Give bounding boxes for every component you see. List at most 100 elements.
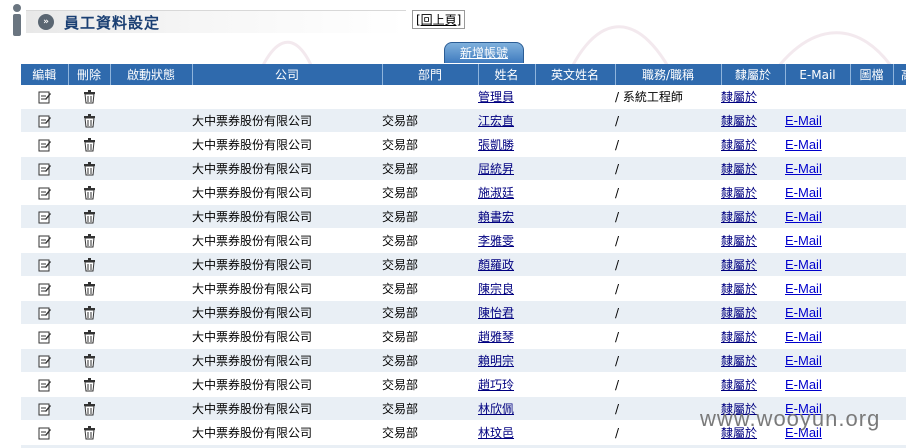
col-header-name[interactable]: 姓名 — [478, 64, 536, 85]
belongs-to-link[interactable]: 隸屬於 — [721, 210, 757, 224]
edit-icon[interactable] — [38, 257, 51, 272]
belongs-to-link[interactable]: 隸屬於 — [721, 354, 757, 368]
belongs-to-link[interactable]: 隸屬於 — [721, 282, 757, 296]
trash-icon[interactable] — [83, 113, 96, 128]
department-cell: 交易部 — [382, 204, 478, 229]
col-header-image[interactable]: 圖檔 — [850, 64, 894, 85]
edit-icon[interactable] — [38, 329, 51, 344]
email-link[interactable]: E-Mail — [785, 185, 822, 200]
trash-icon[interactable] — [83, 257, 96, 272]
belongs-to-link[interactable]: 隸屬於 — [721, 138, 757, 152]
email-link[interactable]: E-Mail — [785, 233, 822, 248]
col-header-english-name[interactable]: 英文姓名 — [535, 64, 616, 85]
col-header-belongs-to[interactable]: 隸屬於 — [721, 64, 786, 85]
edit-icon[interactable] — [38, 209, 51, 224]
employee-name-link[interactable]: 管理員 — [478, 90, 514, 104]
belongs-to-link[interactable]: 隸屬於 — [721, 378, 757, 392]
extra-cell — [893, 108, 906, 133]
employee-name-link[interactable]: 陳宗良 — [478, 282, 514, 296]
trash-icon[interactable] — [83, 209, 96, 224]
employee-name-link[interactable]: 李雅雯 — [478, 234, 514, 248]
edit-cell — [21, 132, 68, 157]
email-link[interactable]: E-Mail — [785, 377, 822, 392]
english-name-cell — [535, 85, 615, 109]
add-account-button[interactable]: 新增帳號 — [444, 42, 524, 63]
company-cell: 大中票券股份有限公司 — [192, 276, 382, 301]
col-header-email[interactable]: E-Mail — [785, 64, 851, 85]
employee-name-link[interactable]: 賴書宏 — [478, 210, 514, 224]
trash-icon[interactable] — [83, 377, 96, 392]
col-header-job-title[interactable]: 職務/職稱 — [615, 64, 722, 85]
belongs-to-link[interactable]: 隸屬於 — [721, 186, 757, 200]
edit-icon[interactable] — [38, 305, 51, 320]
status-cell — [110, 180, 192, 205]
employee-name-link[interactable]: 賴明宗 — [478, 354, 514, 368]
col-header-extra[interactable]: 高 — [893, 64, 906, 85]
belongs-to-link[interactable]: 隸屬於 — [721, 114, 757, 128]
col-header-company[interactable]: 公司 — [192, 64, 383, 85]
belongs-to-link[interactable]: 隸屬於 — [721, 234, 757, 248]
email-link[interactable]: E-Mail — [785, 209, 822, 224]
edit-icon[interactable] — [38, 137, 51, 152]
trash-icon[interactable] — [83, 137, 96, 152]
edit-cell — [21, 108, 68, 133]
employee-name-link[interactable]: 陳怡君 — [478, 306, 514, 320]
employee-table-container: 編輯 刪除 啟動狀態 公司 部門 姓名 英文姓名 職務/職稱 隸屬於 E-Mai… — [21, 64, 906, 448]
employee-name-link[interactable]: 施淑廷 — [478, 186, 514, 200]
trash-icon[interactable] — [83, 161, 96, 176]
image-cell — [850, 300, 893, 325]
employee-name-link[interactable]: 林玟邑 — [478, 426, 514, 440]
edit-icon[interactable] — [38, 281, 51, 296]
trash-icon[interactable] — [83, 281, 96, 296]
email-link[interactable]: E-Mail — [785, 353, 822, 368]
edit-icon[interactable] — [38, 233, 51, 248]
belongs-to-link[interactable]: 隸屬於 — [721, 330, 757, 344]
company-cell: 大中票券股份有限公司 — [192, 396, 382, 421]
belongs-to-link[interactable]: 隸屬於 — [721, 258, 757, 272]
email-link[interactable]: E-Mail — [785, 305, 822, 320]
col-header-delete[interactable]: 刪除 — [68, 64, 111, 85]
belongs-to-link[interactable]: 隸屬於 — [721, 162, 757, 176]
email-link[interactable]: E-Mail — [785, 257, 822, 272]
belongs-to-link[interactable]: 隸屬於 — [721, 306, 757, 320]
belongs-to-link[interactable]: 隸屬於 — [721, 90, 757, 104]
edit-icon[interactable] — [38, 353, 51, 368]
employee-name-link[interactable]: 顏羅政 — [478, 258, 514, 272]
email-link[interactable]: E-Mail — [785, 113, 822, 128]
edit-icon[interactable] — [38, 185, 51, 200]
col-header-edit[interactable]: 編輯 — [21, 64, 69, 85]
employee-name-link[interactable]: 林欣佩 — [478, 402, 514, 416]
employee-name-link[interactable]: 趙巧玲 — [478, 378, 514, 392]
trash-icon[interactable] — [83, 89, 96, 104]
edit-cell — [21, 420, 68, 445]
job-title-cell: / — [615, 324, 721, 349]
edit-cell — [21, 348, 68, 373]
email-link[interactable]: E-Mail — [785, 161, 822, 176]
employee-name-link[interactable]: 張凱勝 — [478, 138, 514, 152]
back-link[interactable]: [回上頁] — [412, 10, 466, 29]
trash-icon[interactable] — [83, 305, 96, 320]
col-header-department[interactable]: 部門 — [382, 64, 479, 85]
edit-icon[interactable] — [38, 377, 51, 392]
trash-icon[interactable] — [83, 233, 96, 248]
trash-icon[interactable] — [83, 329, 96, 344]
trash-icon[interactable] — [83, 353, 96, 368]
email-link[interactable]: E-Mail — [785, 329, 822, 344]
edit-icon[interactable] — [38, 401, 51, 416]
edit-icon[interactable] — [38, 425, 51, 440]
job-title-cell: / — [615, 204, 721, 229]
trash-icon[interactable] — [83, 185, 96, 200]
col-header-status[interactable]: 啟動狀態 — [110, 64, 193, 85]
trash-icon[interactable] — [83, 425, 96, 440]
edit-icon[interactable] — [38, 89, 51, 104]
edit-icon[interactable] — [38, 113, 51, 128]
edit-icon[interactable] — [38, 161, 51, 176]
employee-name-link[interactable]: 趙雅琴 — [478, 330, 514, 344]
status-cell — [110, 85, 192, 109]
trash-icon[interactable] — [83, 401, 96, 416]
image-cell — [850, 85, 893, 109]
email-link[interactable]: E-Mail — [785, 281, 822, 296]
email-link[interactable]: E-Mail — [785, 137, 822, 152]
employee-name-link[interactable]: 屈統昇 — [478, 162, 514, 176]
employee-name-link[interactable]: 江宏直 — [478, 114, 514, 128]
